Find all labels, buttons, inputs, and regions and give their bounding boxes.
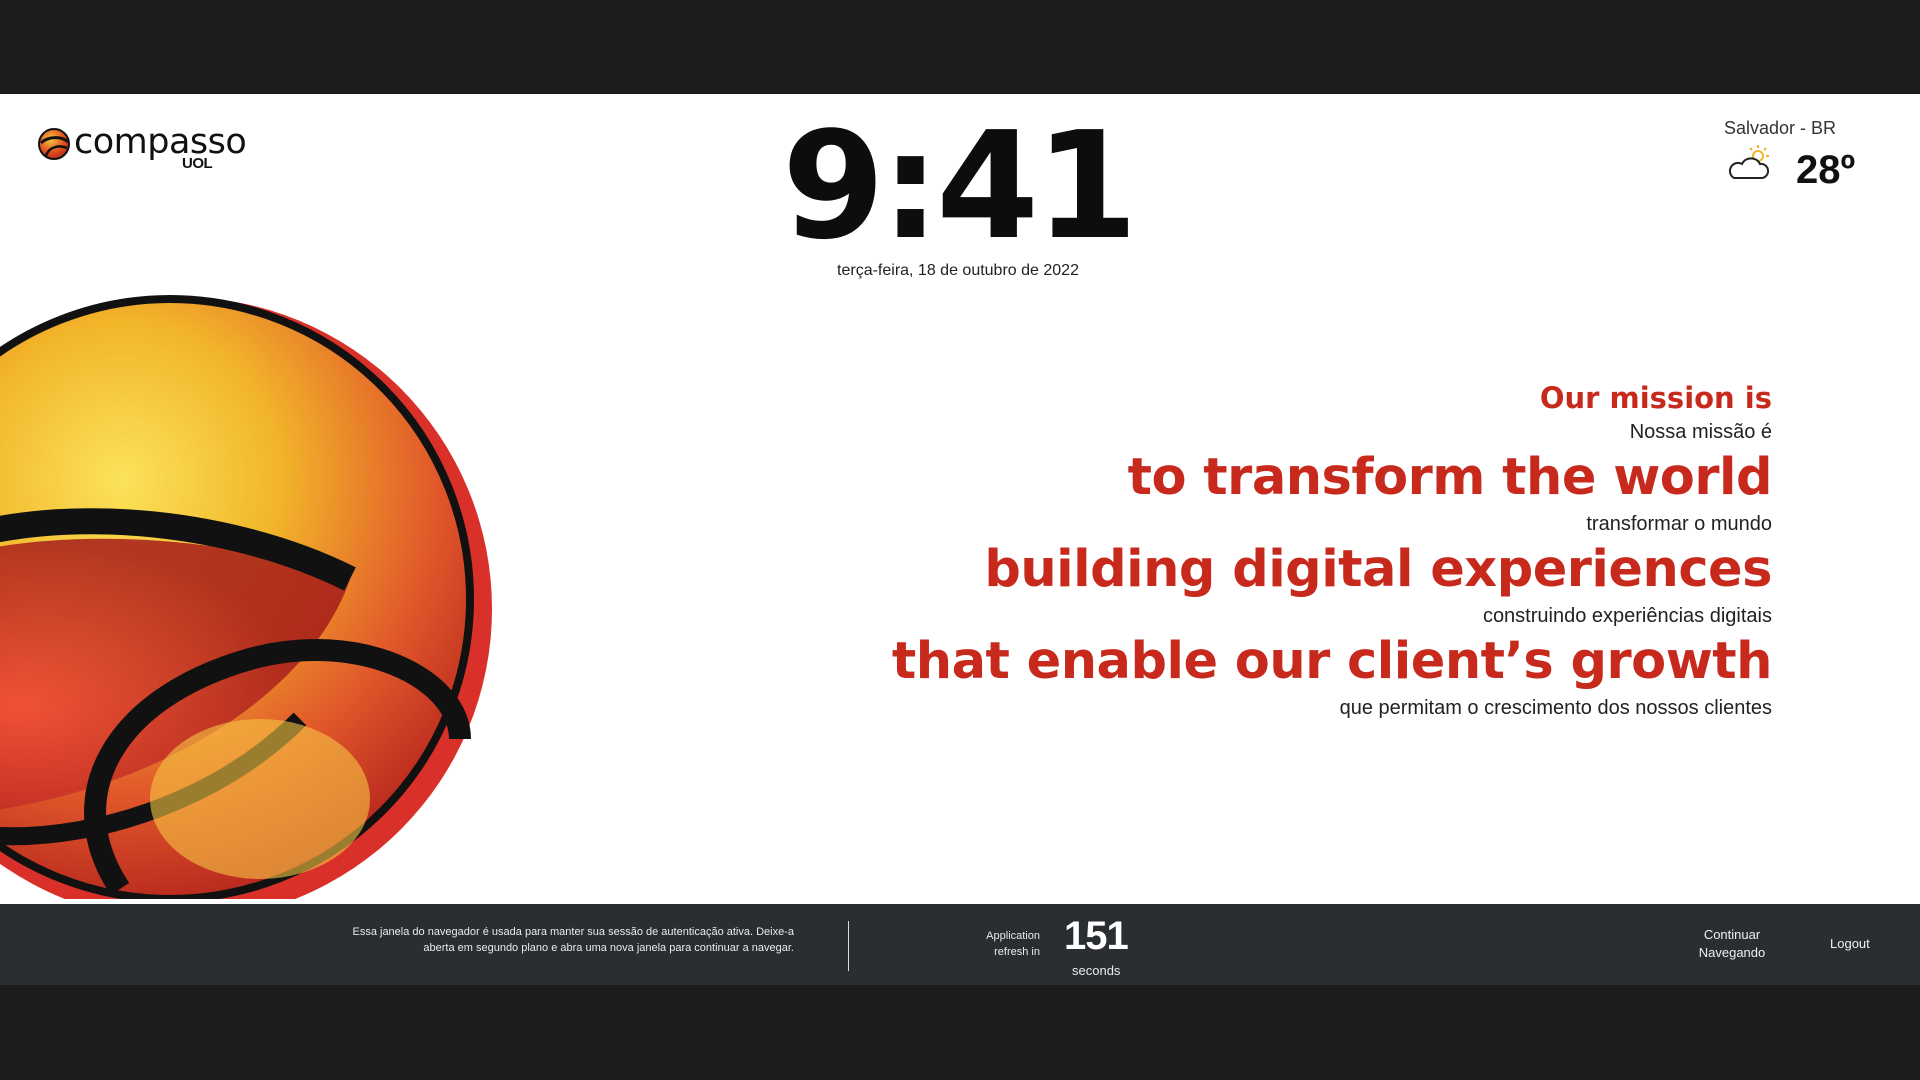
logo-sub-mark: UOL	[182, 155, 213, 172]
clock-widget: 9:41 terça-feira, 18 de outubro de 2022	[756, 94, 1160, 280]
mission-title: Our mission is	[1539, 381, 1772, 415]
mission-line-translation: que permitam o crescimento dos nossos cl…	[1339, 697, 1772, 719]
uol-globe-logo-icon	[38, 128, 70, 160]
mission-statement: Our mission is Nossa missão é to transfo…	[891, 378, 1773, 722]
mission-line-translation: transformar o mundo	[1586, 513, 1772, 535]
weather-widget: Salvador - BR 28º	[1700, 118, 1890, 198]
logout-button[interactable]: Logout	[1830, 936, 1870, 951]
mission-line: building digital experiences	[984, 540, 1772, 599]
compasso-uol-logo: compasso UOL	[36, 122, 247, 172]
mission-line-translation: construindo experiências digitais	[1482, 605, 1772, 627]
weather-temperature: 28º	[1796, 148, 1856, 192]
logo-wordmark: compasso	[74, 122, 247, 162]
clock-time: 9:41	[781, 100, 1138, 272]
mission-title-translation: Nossa missão é	[1629, 421, 1772, 443]
mission-line: to transform the world	[1127, 448, 1773, 507]
footer-divider	[848, 921, 849, 971]
weather-location: Salvador - BR	[1724, 118, 1837, 138]
continue-browsing-button[interactable]: Continuar Navegando	[1680, 926, 1784, 962]
partly-cloudy-icon	[1728, 145, 1770, 179]
refresh-unit: seconds	[1072, 963, 1121, 978]
mission-line: that enable our client’s growth	[891, 632, 1773, 691]
uol-sphere-illustration	[0, 295, 492, 899]
refresh-countdown: 151	[1064, 914, 1129, 958]
session-notice: Essa janela do navegador é usada para ma…	[352, 926, 794, 954]
session-footer-bar: Essa janela do navegador é usada para ma…	[0, 904, 1920, 985]
kiosk-screen: compasso UOL 9:41 terça-feira, 18 de out…	[0, 94, 1920, 985]
refresh-label: Application refresh in	[986, 930, 1040, 958]
